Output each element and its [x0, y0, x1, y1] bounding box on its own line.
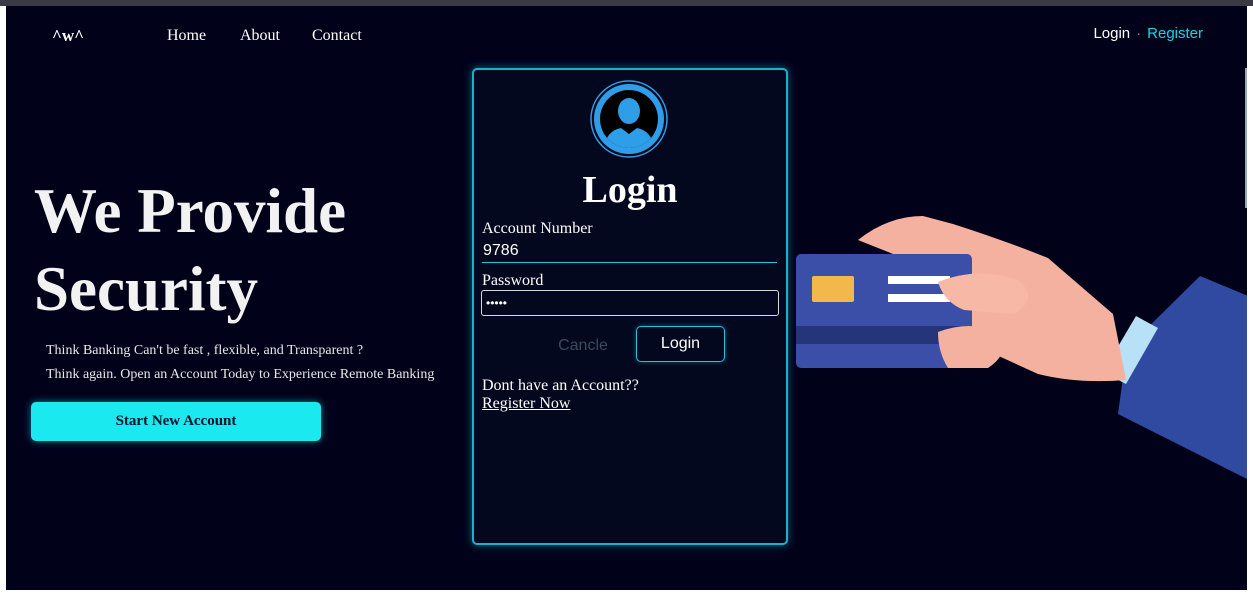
account-number-label: Account Number [482, 220, 593, 237]
hero-title-line1: We Provide [34, 176, 347, 246]
hand-holding-credit-card-illustration [796, 216, 1247, 479]
finger-shape [938, 326, 1004, 368]
card-line-2 [888, 294, 950, 302]
auth-links: Login · Register [1093, 25, 1203, 42]
header-register-link[interactable]: Register [1147, 25, 1203, 42]
nav-home-link[interactable]: Home [167, 27, 206, 45]
hero-title-line2: Security [34, 254, 258, 324]
account-number-input[interactable] [482, 240, 777, 263]
cancel-button[interactable]: Cancle [550, 333, 616, 359]
scrollbar-indicator[interactable] [1245, 68, 1247, 208]
register-now-link[interactable]: Register Now [482, 395, 570, 413]
nav-contact-link[interactable]: Contact [312, 27, 362, 45]
header-login-link[interactable]: Login [1093, 25, 1130, 42]
hero-title: We Provide Security [34, 172, 454, 328]
user-avatar-icon [590, 80, 668, 158]
card-chip [812, 276, 854, 302]
password-label: Password [482, 272, 544, 289]
hero-tagline-1: Think Banking Can't be fast , flexible, … [46, 343, 364, 358]
start-new-account-button[interactable]: Start New Account [31, 402, 321, 441]
password-input[interactable] [481, 290, 779, 316]
page-viewport: ^w^ Home About Contact Login · Register We… [6, 6, 1247, 590]
auth-separator: · [1136, 25, 1142, 42]
no-account-text: Dont have an Account?? [482, 377, 639, 394]
brand-logo[interactable]: ^w^ [52, 26, 84, 46]
login-card: Login Account Number Password Cancle Log… [472, 68, 788, 545]
login-submit-button[interactable]: Login [636, 326, 725, 362]
nav-about-link[interactable]: About [240, 27, 280, 45]
login-title: Login [582, 169, 678, 211]
hero-tagline-2: Think again. Open an Account Today to Ex… [46, 367, 435, 382]
sleeve-shape [1118, 276, 1247, 479]
